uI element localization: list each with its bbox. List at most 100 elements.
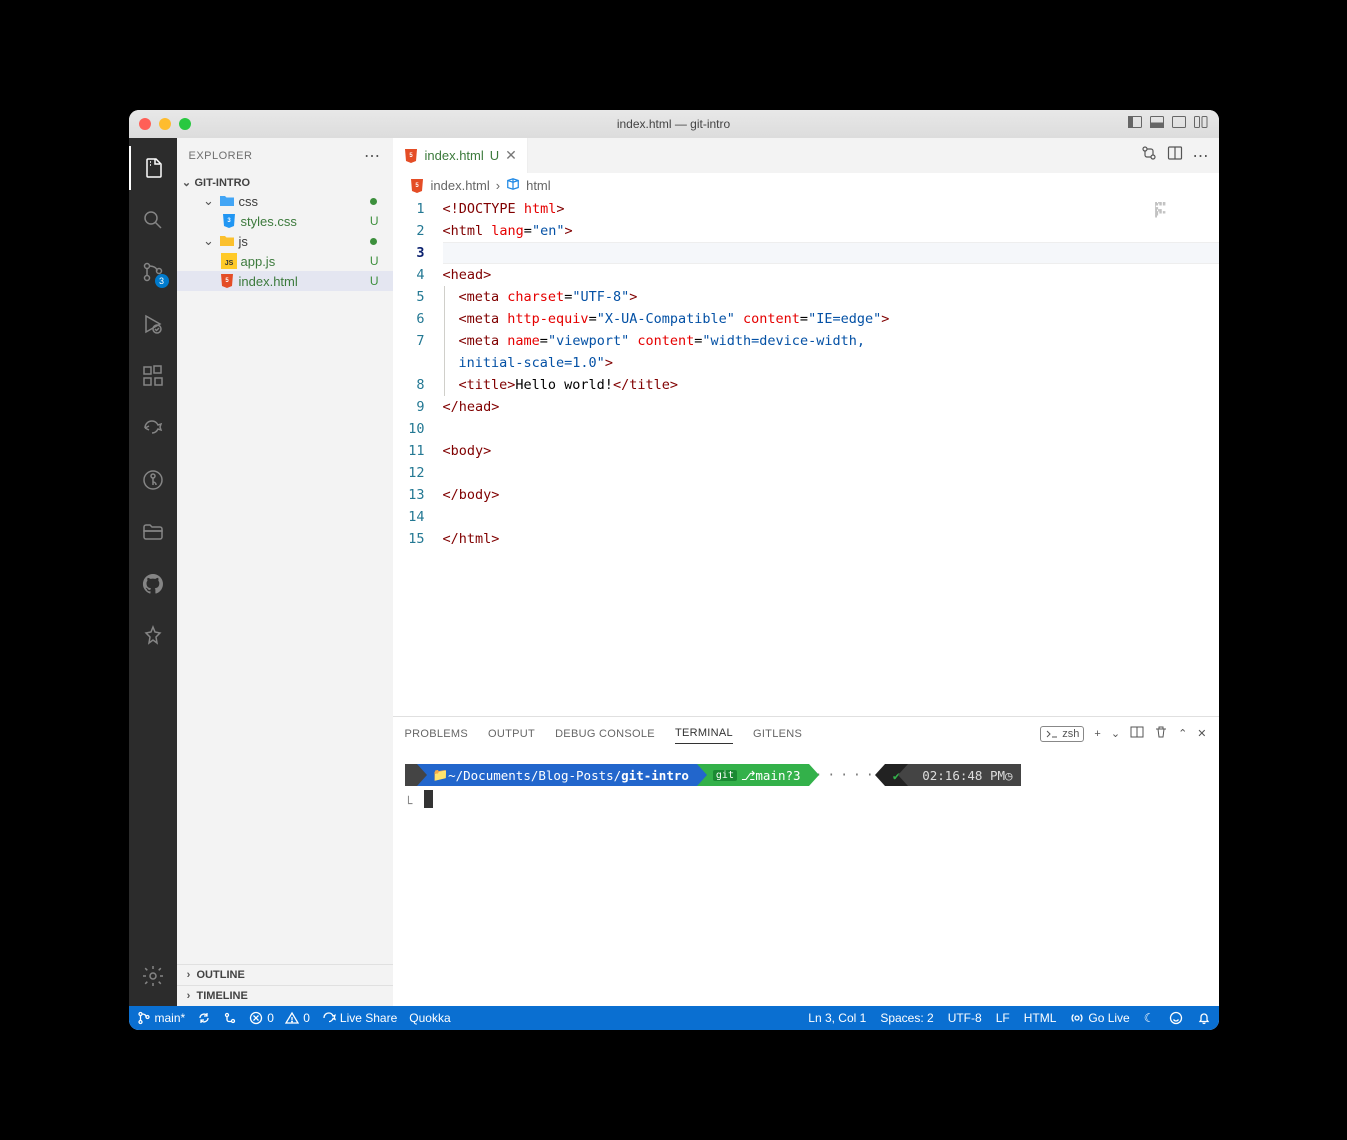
folder-label: js: [239, 234, 248, 249]
tab-status: U: [490, 148, 499, 163]
split-editor-icon[interactable]: [1167, 145, 1183, 166]
close-window-button[interactable]: [139, 118, 151, 130]
github-icon[interactable]: [129, 562, 177, 606]
project-header[interactable]: ⌄ GIT-INTRO: [177, 174, 393, 191]
window-title: index.html — git-intro: [617, 117, 730, 131]
git-status: U: [370, 214, 379, 228]
chevron-right-icon: ›: [183, 990, 195, 1002]
vscode-window: index.html — git-intro 3 EXPLORE: [129, 110, 1219, 1030]
folder-icon[interactable]: [129, 510, 177, 554]
modified-indicator: [370, 238, 377, 245]
quokka-ext-icon[interactable]: [129, 614, 177, 658]
panel-tab-bar: PROBLEMS OUTPUT DEBUG CONSOLE TERMINAL G…: [393, 717, 1219, 744]
file-label: styles.css: [241, 214, 297, 229]
svg-text:JS: JS: [224, 260, 233, 267]
folder-icon: [219, 193, 235, 209]
settings-gear-icon[interactable]: [129, 954, 177, 998]
prompt-time-segment: 02:16:48 PM ◷: [908, 764, 1020, 786]
compare-icon[interactable]: [1141, 145, 1157, 166]
code-editor[interactable]: 123456789101112131415 <!DOCTYPE html> <h…: [393, 198, 1219, 716]
project-name: GIT-INTRO: [195, 177, 251, 189]
terminal-dropdown-icon[interactable]: ⌄: [1111, 727, 1120, 740]
panel-bottom-icon[interactable]: [1149, 114, 1165, 135]
status-moon-icon[interactable]: ☾: [1144, 1011, 1155, 1025]
file-tree: ⌄ GIT-INTRO ⌄ css 3 styles.css U ⌄: [177, 174, 393, 964]
explorer-menu-icon[interactable]: ⋯: [364, 146, 381, 166]
new-terminal-icon[interactable]: +: [1094, 728, 1100, 740]
status-encoding[interactable]: UTF-8: [948, 1011, 982, 1025]
bottom-panel: PROBLEMS OUTPUT DEBUG CONSOLE TERMINAL G…: [393, 716, 1219, 1006]
maximize-panel-icon[interactable]: ⌃: [1178, 727, 1187, 740]
folder-js[interactable]: ⌄ js: [177, 231, 393, 251]
terminal-content[interactable]: 📁 ~/Documents/Blog-Posts/git-intro git ⎇…: [393, 744, 1219, 1006]
panel-right-icon[interactable]: [1171, 114, 1187, 135]
breadcrumb-symbol: html: [526, 178, 551, 193]
timeline-section[interactable]: ›TIMELINE: [177, 986, 393, 1006]
tab-gitlens[interactable]: GITLENS: [753, 724, 802, 744]
search-icon[interactable]: [129, 198, 177, 242]
status-gitlens[interactable]: [223, 1011, 237, 1025]
status-branch[interactable]: main*: [137, 1011, 186, 1025]
status-quokka[interactable]: Quokka: [409, 1011, 450, 1025]
scm-badge: 3: [155, 274, 169, 288]
traffic-lights: [139, 118, 191, 130]
file-index-html[interactable]: 5 index.html U: [177, 271, 393, 291]
explorer-icon[interactable]: [129, 146, 177, 190]
file-app-js[interactable]: JS app.js U: [177, 251, 393, 271]
status-spaces[interactable]: Spaces: 2: [880, 1011, 933, 1025]
tab-index-html[interactable]: 5 index.html U ✕: [393, 138, 528, 173]
tab-more-icon[interactable]: ⋯: [1193, 146, 1209, 166]
title-layout-icons: [1127, 114, 1209, 135]
close-tab-icon[interactable]: ✕: [505, 147, 517, 164]
tab-actions: ⋯: [1131, 138, 1219, 173]
tab-problems[interactable]: PROBLEMS: [405, 724, 469, 744]
share-icon[interactable]: [129, 406, 177, 450]
status-eol[interactable]: LF: [996, 1011, 1010, 1025]
prompt-separator: ·····: [815, 768, 879, 783]
outline-section[interactable]: ›OUTLINE: [177, 965, 393, 985]
breadcrumb[interactable]: 5 index.html › html: [393, 173, 1219, 198]
source-control-icon[interactable]: 3: [129, 250, 177, 294]
panel-left-icon[interactable]: [1127, 114, 1143, 135]
prompt-os-segment: [405, 764, 417, 786]
chevron-down-icon: ⌄: [203, 193, 215, 209]
activity-bar: 3: [129, 138, 177, 1006]
status-feedback-icon[interactable]: [1169, 1011, 1183, 1025]
git-status: U: [370, 274, 379, 288]
minimap[interactable]: ██ ███ █████ ██ ██████ ██ ███ ███ ██ ██ …: [1155, 202, 1215, 242]
outline-label: OUTLINE: [197, 969, 245, 981]
status-problems[interactable]: 0 0: [249, 1011, 310, 1025]
file-styles-css[interactable]: 3 styles.css U: [177, 211, 393, 231]
maximize-window-button[interactable]: [179, 118, 191, 130]
status-bar: main* 0 0 Live Share Quokka Ln 3, Col 1 …: [129, 1006, 1219, 1030]
chevron-right-icon: ›: [183, 969, 195, 981]
chevron-down-icon: ⌄: [203, 233, 215, 249]
run-debug-icon[interactable]: [129, 302, 177, 346]
tab-terminal[interactable]: TERMINAL: [675, 723, 733, 744]
titlebar: index.html — git-intro: [129, 110, 1219, 138]
html-file-icon: 5: [219, 273, 235, 289]
status-golive[interactable]: Go Live: [1070, 1011, 1129, 1025]
tab-output[interactable]: OUTPUT: [488, 724, 535, 744]
gitlens-icon[interactable]: [129, 458, 177, 502]
minimize-window-button[interactable]: [159, 118, 171, 130]
status-liveshare[interactable]: Live Share: [322, 1011, 397, 1025]
layout-icon[interactable]: [1193, 114, 1209, 135]
code-content: <!DOCTYPE html> <html lang="en"> <head> …: [443, 198, 1219, 716]
tab-debug-console[interactable]: DEBUG CONSOLE: [555, 724, 655, 744]
status-bell-icon[interactable]: [1197, 1011, 1211, 1025]
close-panel-icon[interactable]: ✕: [1197, 727, 1206, 740]
status-cursor[interactable]: Ln 3, Col 1: [808, 1011, 866, 1025]
file-label: app.js: [241, 254, 276, 269]
split-terminal-icon[interactable]: [1130, 725, 1144, 742]
kill-terminal-icon[interactable]: [1154, 725, 1168, 742]
status-sync[interactable]: [197, 1011, 211, 1025]
editor-group: 5 index.html U ✕ ⋯ 5 index.html › html: [393, 138, 1219, 1006]
chevron-right-icon: ›: [496, 178, 500, 193]
status-lang[interactable]: HTML: [1024, 1011, 1057, 1025]
folder-css[interactable]: ⌄ css: [177, 191, 393, 211]
git-status: U: [370, 254, 379, 268]
folder-icon: [219, 233, 235, 249]
shell-selector[interactable]: zsh: [1040, 726, 1084, 742]
extensions-icon[interactable]: [129, 354, 177, 398]
